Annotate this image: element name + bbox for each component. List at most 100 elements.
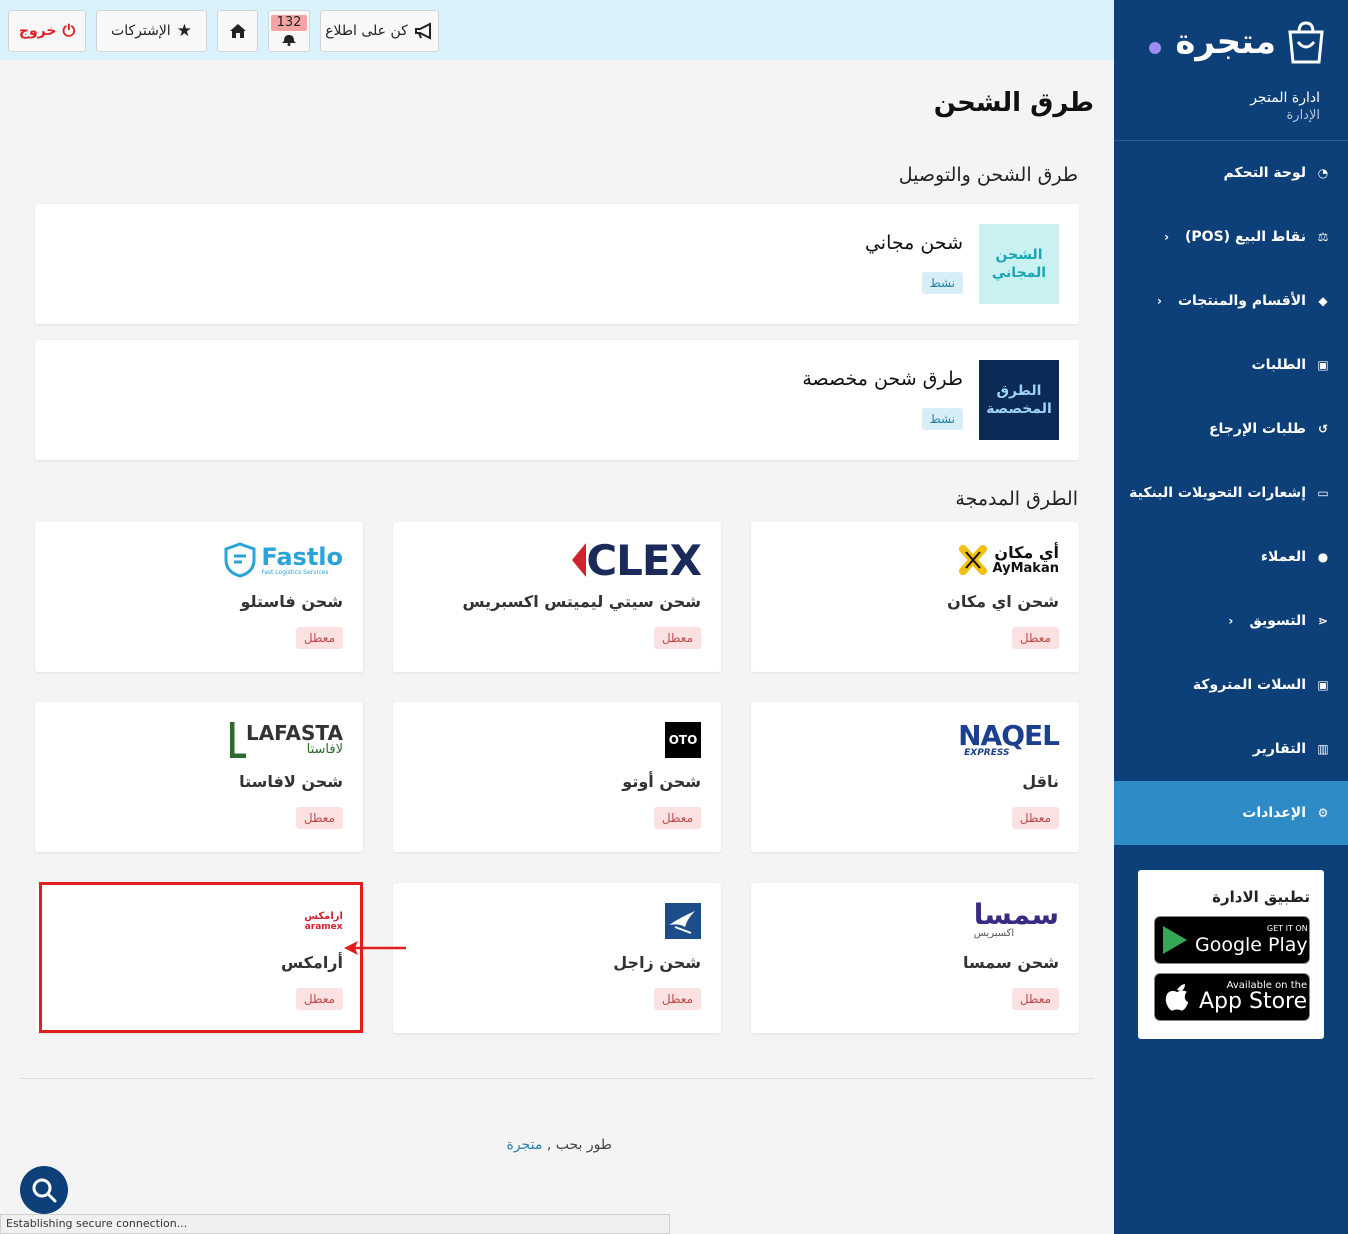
share-icon: ⋖ [1317, 614, 1329, 628]
stay-informed-label: كن على اطلاع [325, 23, 408, 39]
smsa-logo-text: سمسا [973, 898, 1059, 931]
aymakan-logo-en: AyMakan [992, 561, 1059, 576]
oto-name: شحن أوتو [622, 772, 701, 791]
footer-credit: طور بحب , متجرة [507, 1137, 612, 1153]
search-icon [32, 1178, 57, 1203]
zajil-bird-icon [665, 903, 701, 939]
sidebar-item-abandoned-carts[interactable]: ▣ السلات المتروكة [1114, 653, 1348, 717]
lafasta-mark-icon [229, 722, 246, 758]
brand[interactable]: متجرة [1114, 0, 1348, 84]
status-badge: معطل [1011, 988, 1059, 1010]
home-icon [229, 24, 246, 38]
status-badge: معطل [1011, 627, 1059, 649]
free-shipping-logo: الشحن المجاني [979, 224, 1059, 304]
top-bar: خروج ⏻ الإشتركات ★ 132 كن على اطلاع [0, 0, 1114, 60]
clex-logo-text: CLEX [586, 535, 702, 585]
fastlo-logo-text: Fastlo [261, 542, 343, 571]
admin-app-box: تطبيق الادارة GET IT ON Google Play Avai… [1138, 870, 1324, 1039]
tag-icon: ◆ [1318, 294, 1328, 308]
sidebar-item-customers[interactable]: ● العملاء [1114, 525, 1348, 589]
status-badge: معطل [1011, 807, 1059, 829]
highlight-box [39, 882, 363, 1033]
footer-link[interactable]: متجرة [507, 1137, 543, 1153]
home-button[interactable] [217, 10, 258, 52]
zajil-card[interactable]: zajil شحن زاجل معطل [393, 883, 721, 1033]
status-badge: معطل [653, 627, 701, 649]
clex-card[interactable]: CLEX شحن سيتي ليميتس اكسبريس معطل [393, 522, 721, 672]
clex-name: شحن سيتي ليميتس اكسبريس [462, 592, 701, 611]
aymakan-logo-ar: أي مكان [994, 543, 1059, 562]
oto-logo: OTO [665, 720, 701, 760]
stay-informed-button[interactable]: كن على اطلاع [320, 10, 439, 52]
store-info: ادارة المتجر الإدارة [1114, 84, 1348, 140]
dashboard-icon: ◔ [1317, 166, 1329, 180]
custom-shipping-logo: الطرق المخصصة [979, 360, 1059, 440]
search-fab-button[interactable] [20, 1166, 68, 1214]
sidebar-item-returns[interactable]: ↺ طلبات الإرجاع [1114, 397, 1348, 461]
lafasta-card[interactable]: LAFASTA لافاستا شحن لافاستا معطل [35, 702, 363, 852]
google-play-button[interactable]: GET IT ON Google Play [1154, 916, 1310, 964]
brand-dot [1149, 42, 1162, 54]
custom-shipping-card[interactable]: الطرق المخصصة طرق شحن مخصصة نشط [35, 340, 1079, 460]
app-store-big-text: App Store [1199, 989, 1308, 1014]
naqel-logo-text: NAQEL [958, 718, 1060, 752]
zajil-logo: zajil [665, 901, 701, 941]
status-badge: نشط [921, 272, 963, 294]
subscriptions-button[interactable]: الإشتركات ★ [96, 10, 207, 52]
oto-card[interactable]: OTO شحن أوتو معطل [393, 702, 721, 852]
footer-divider [20, 1078, 1094, 1079]
naqel-name: ناقل [1022, 772, 1059, 791]
bell-icon [282, 35, 296, 46]
sidebar-item-bank-transfers[interactable]: ▭ إشعارات التحويلات البنكية [1114, 461, 1348, 525]
sidebar-item-label: الإعدادات [1242, 805, 1306, 821]
sidebar-item-categories-products[interactable]: ◆ الأقسام والمنتجات ‹ [1114, 269, 1348, 333]
status-badge: معطل [295, 807, 343, 829]
sidebar-item-label: الطلبات [1251, 357, 1306, 373]
user-icon: ● [1317, 550, 1329, 564]
sidebar-item-pos[interactable]: ⚖ نقاط البيع (POS) ‹ [1114, 205, 1348, 269]
sidebar-item-label: السلات المتروكة [1192, 677, 1306, 693]
free-shipping-card[interactable]: الشحن المجاني شحن مجاني نشط [35, 204, 1079, 324]
fastlo-logo: Fastlo Fast Logistics Services [223, 540, 343, 580]
logout-button[interactable]: خروج ⏻ [8, 10, 86, 52]
subscriptions-label: الإشتركات [111, 23, 171, 39]
lafasta-logo-text: LAFASTA [245, 721, 343, 745]
cart-icon: ▣ [1317, 678, 1329, 692]
smsa-logo: سمسا اكسبريس [974, 901, 1059, 941]
status-badge: نشط [921, 408, 963, 430]
gear-icon: ⚙ [1317, 806, 1329, 820]
smsa-name: شحن سمسا [963, 953, 1059, 972]
page-title: طرق الشحن [933, 88, 1094, 118]
section-title-integrated: الطرق المدمجة [955, 488, 1078, 510]
sidebar-item-settings[interactable]: ⚙ الإعدادات [1114, 781, 1348, 845]
naqel-logo-sub: EXPRESS [964, 747, 1010, 758]
chevron-left-icon: ‹ [1228, 614, 1234, 628]
notifications-button[interactable]: 132 [268, 10, 310, 52]
undo-icon: ↺ [1317, 422, 1329, 436]
smsa-card[interactable]: سمسا اكسبريس شحن سمسا معطل [751, 883, 1079, 1033]
fastlo-card[interactable]: Fastlo Fast Logistics Services شحن فاستل… [35, 522, 363, 672]
sidebar-item-orders[interactable]: ▣ الطلبات [1114, 333, 1348, 397]
status-badge: معطل [653, 807, 701, 829]
arrow-pointer-icon [344, 941, 406, 955]
sidebar-item-label: التقارير [1252, 741, 1306, 757]
sidebar-item-reports[interactable]: ▥ التقارير [1114, 717, 1348, 781]
aymakan-logo: أي مكان AyMakan [957, 540, 1059, 580]
store-name: ادارة المتجر [1250, 90, 1320, 106]
google-play-icon [1163, 926, 1187, 954]
store-role: الإدارة [1286, 108, 1320, 123]
aymakan-card[interactable]: أي مكان AyMakan شحن اي مكان معطل [751, 522, 1079, 672]
sidebar-item-marketing[interactable]: ⋖ التسويق ‹ [1114, 589, 1348, 653]
logout-label: خروج [18, 23, 57, 39]
clex-mark-icon [572, 543, 587, 577]
sidebar-item-label: إشعارات التحويلات البنكية [1129, 485, 1306, 501]
sidebar-item-dashboard[interactable]: ◔ لوحة التحكم [1114, 141, 1348, 205]
naqel-card[interactable]: NAQEL EXPRESS ناقل معطل [751, 702, 1079, 852]
apple-icon [1165, 984, 1188, 1011]
sidebar-item-label: طلبات الإرجاع [1208, 421, 1306, 437]
custom-shipping-name: طرق شحن مخصصة [802, 368, 963, 390]
free-shipping-name: شحن مجاني [864, 232, 963, 254]
app-store-button[interactable]: Available on the App Store [1154, 973, 1310, 1021]
main-content: طرق الشحن طرق الشحن والتوصيل الشحن المجا… [0, 60, 1114, 1234]
brand-name: متجرة [1175, 22, 1276, 62]
